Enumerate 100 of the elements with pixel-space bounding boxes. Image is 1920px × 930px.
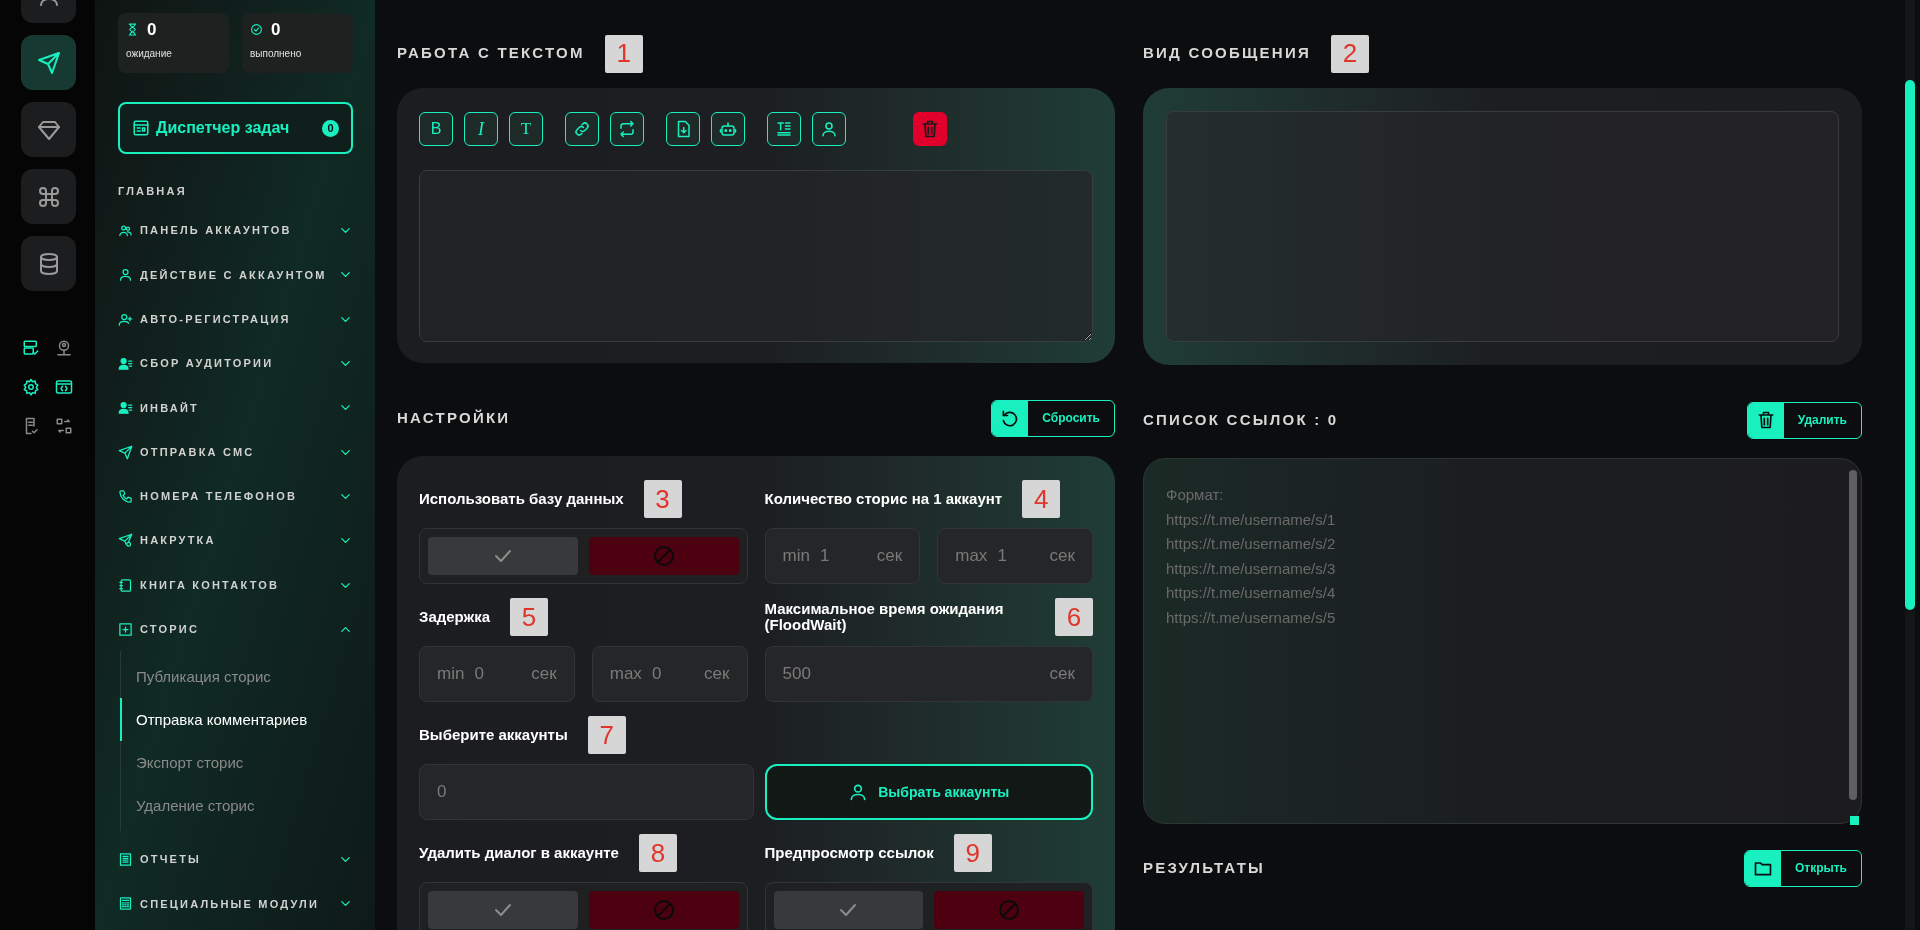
- unit-label: сек: [1049, 663, 1075, 686]
- unit-label: сек: [704, 663, 730, 686]
- format-button[interactable]: I: [464, 112, 498, 146]
- format-button[interactable]: [812, 112, 846, 146]
- trash-icon: [920, 119, 940, 139]
- unit-label: сек: [531, 663, 557, 686]
- text-format-icon: [775, 120, 793, 138]
- nav-item[interactable]: ОТЧЕТЫ: [118, 837, 353, 882]
- section-title: РАБОТА С ТЕКСТОМ: [397, 43, 585, 64]
- nav-item[interactable]: НАКРУТКА: [118, 518, 353, 563]
- format-button[interactable]: [666, 112, 700, 146]
- field-label: Удалить диалог в аккаунте: [419, 844, 619, 862]
- callout-badge: 2: [1331, 34, 1369, 73]
- code-window-icon: [55, 378, 73, 396]
- text-editor-field[interactable]: [419, 170, 1093, 342]
- format-button[interactable]: B: [419, 112, 453, 146]
- unit-label: сек: [1049, 545, 1075, 568]
- field-prefix: max: [955, 545, 988, 568]
- submenu-item[interactable]: Экспорт сторис: [120, 741, 353, 785]
- value-input[interactable]: 500: [782, 661, 1050, 687]
- submenu-item[interactable]: Публикация сторис: [120, 655, 353, 699]
- nav-item[interactable]: СТОРИС: [118, 607, 353, 652]
- reset-button[interactable]: Сбросить: [991, 399, 1115, 437]
- nav-item[interactable]: АВТО-РЕГИСТРАЦИЯ: [118, 297, 353, 342]
- notebook-icon: [118, 577, 133, 593]
- links-field[interactable]: Формат: https://t.me/username/s/1 https://t.me/username/s/2 https://t.me/username/s/3 https://t.me/username/s/4 https://t.me/username/s/5: [1143, 458, 1862, 824]
- format-button[interactable]: [711, 112, 745, 146]
- settings-icon: [22, 378, 40, 396]
- value-input[interactable]: 0: [474, 661, 532, 687]
- value-input[interactable]: 0: [651, 661, 705, 687]
- report-icon: [118, 852, 133, 868]
- tool-button[interactable]: [22, 378, 40, 396]
- value-input[interactable]: 0: [437, 779, 736, 805]
- format-button[interactable]: T: [509, 112, 543, 146]
- submenu-item[interactable]: Отправка комментариев: [120, 698, 353, 742]
- resize-handle[interactable]: [1850, 816, 1859, 825]
- rail-button[interactable]: [21, 102, 76, 157]
- tool-button[interactable]: [55, 339, 73, 357]
- nav-item[interactable]: НОМЕРА ТЕЛЕФОНОВ: [118, 474, 353, 519]
- format-button[interactable]: [610, 112, 644, 146]
- tool-button[interactable]: [22, 339, 40, 357]
- value-input[interactable]: 1: [997, 543, 1050, 569]
- number-field[interactable]: 0: [419, 764, 754, 820]
- paper-plane-plus-icon: [118, 533, 133, 549]
- section-title: НАСТРОЙКИ: [397, 407, 511, 428]
- field-label: Максимальное время ожидания (FloodWait): [764, 600, 1005, 634]
- tool-button[interactable]: [55, 417, 73, 435]
- ban-icon: [651, 544, 676, 568]
- number-field[interactable]: min 1 сек: [764, 528, 921, 584]
- user-plus-icon: [118, 311, 133, 327]
- callout-badge: 4: [1022, 480, 1061, 518]
- count-badge: 0: [322, 119, 339, 137]
- number-field[interactable]: 500 сек: [764, 646, 1093, 702]
- stat-value: 0: [147, 21, 157, 38]
- check-circle-icon: [250, 23, 263, 36]
- field-prefix: min: [437, 663, 465, 686]
- plus-square-icon: [118, 621, 133, 637]
- field-label: Использовать базу данных: [419, 490, 624, 508]
- unit-label: сек: [876, 545, 903, 568]
- nav-item[interactable]: КНИГА КОНТАКТОВ: [118, 562, 353, 608]
- task-list-icon: [132, 119, 150, 137]
- section-heading: ГЛАВНАЯ: [118, 184, 188, 199]
- scrollbar-thumb[interactable]: [1849, 470, 1857, 800]
- nav-item[interactable]: ИНВАЙТ: [118, 385, 353, 430]
- submenu-item[interactable]: Удаление сторис: [120, 784, 353, 828]
- nav-item[interactable]: ДЕЙСТВИЕ С АККАУНТОМ: [118, 252, 353, 298]
- scrollbar-thumb[interactable]: [1905, 80, 1915, 610]
- number-field[interactable]: min 0 сек: [419, 646, 575, 702]
- nav-item[interactable]: СПЕЦИАЛЬНЫЕ МОДУЛИ: [118, 881, 353, 927]
- number-field[interactable]: max 0 сек: [591, 646, 748, 702]
- tool-button[interactable]: [55, 378, 73, 396]
- callout-badge: 3: [643, 480, 682, 518]
- ban-icon: [997, 898, 1022, 922]
- number-field[interactable]: max 1 сек: [937, 528, 1093, 584]
- open-button[interactable]: Открыть: [1743, 849, 1862, 887]
- format-button[interactable]: [767, 112, 801, 146]
- delete-button[interactable]: Удалить: [1746, 401, 1862, 439]
- rail-button[interactable]: [21, 169, 76, 224]
- repeat-icon: [618, 120, 636, 138]
- rail-button[interactable]: [21, 35, 76, 90]
- delete-button[interactable]: [913, 112, 947, 146]
- format-button[interactable]: [565, 112, 599, 146]
- nav-item[interactable]: ОТПРАВКА СМС: [118, 430, 353, 475]
- nav-item[interactable]: СБОР АУДИТОРИИ: [118, 341, 353, 386]
- command-icon: [36, 184, 61, 209]
- section-title: РЕЗУЛЬТАТЫ: [1143, 857, 1266, 878]
- task-manager-button[interactable]: Диспетчер задач 0: [118, 102, 353, 154]
- scrollbar[interactable]: [1905, 0, 1915, 930]
- field-label: Задержка: [419, 608, 491, 626]
- rail-button[interactable]: [21, 236, 76, 291]
- link-icon: [573, 120, 591, 138]
- select-accounts-button[interactable]: Выбрать аккаунты: [764, 764, 1093, 820]
- callout-badge: 1: [604, 34, 643, 73]
- callout-badge: 5: [510, 598, 549, 636]
- value-input[interactable]: 1: [819, 543, 877, 569]
- nav-item[interactable]: ПАНЕЛЬ АККАУНТОВ: [118, 208, 353, 253]
- field-prefix: min: [782, 545, 810, 568]
- field-label: Предпросмотр ссылок: [764, 844, 934, 862]
- user-list-icon: [118, 356, 133, 372]
- field-prefix: max: [609, 663, 642, 686]
